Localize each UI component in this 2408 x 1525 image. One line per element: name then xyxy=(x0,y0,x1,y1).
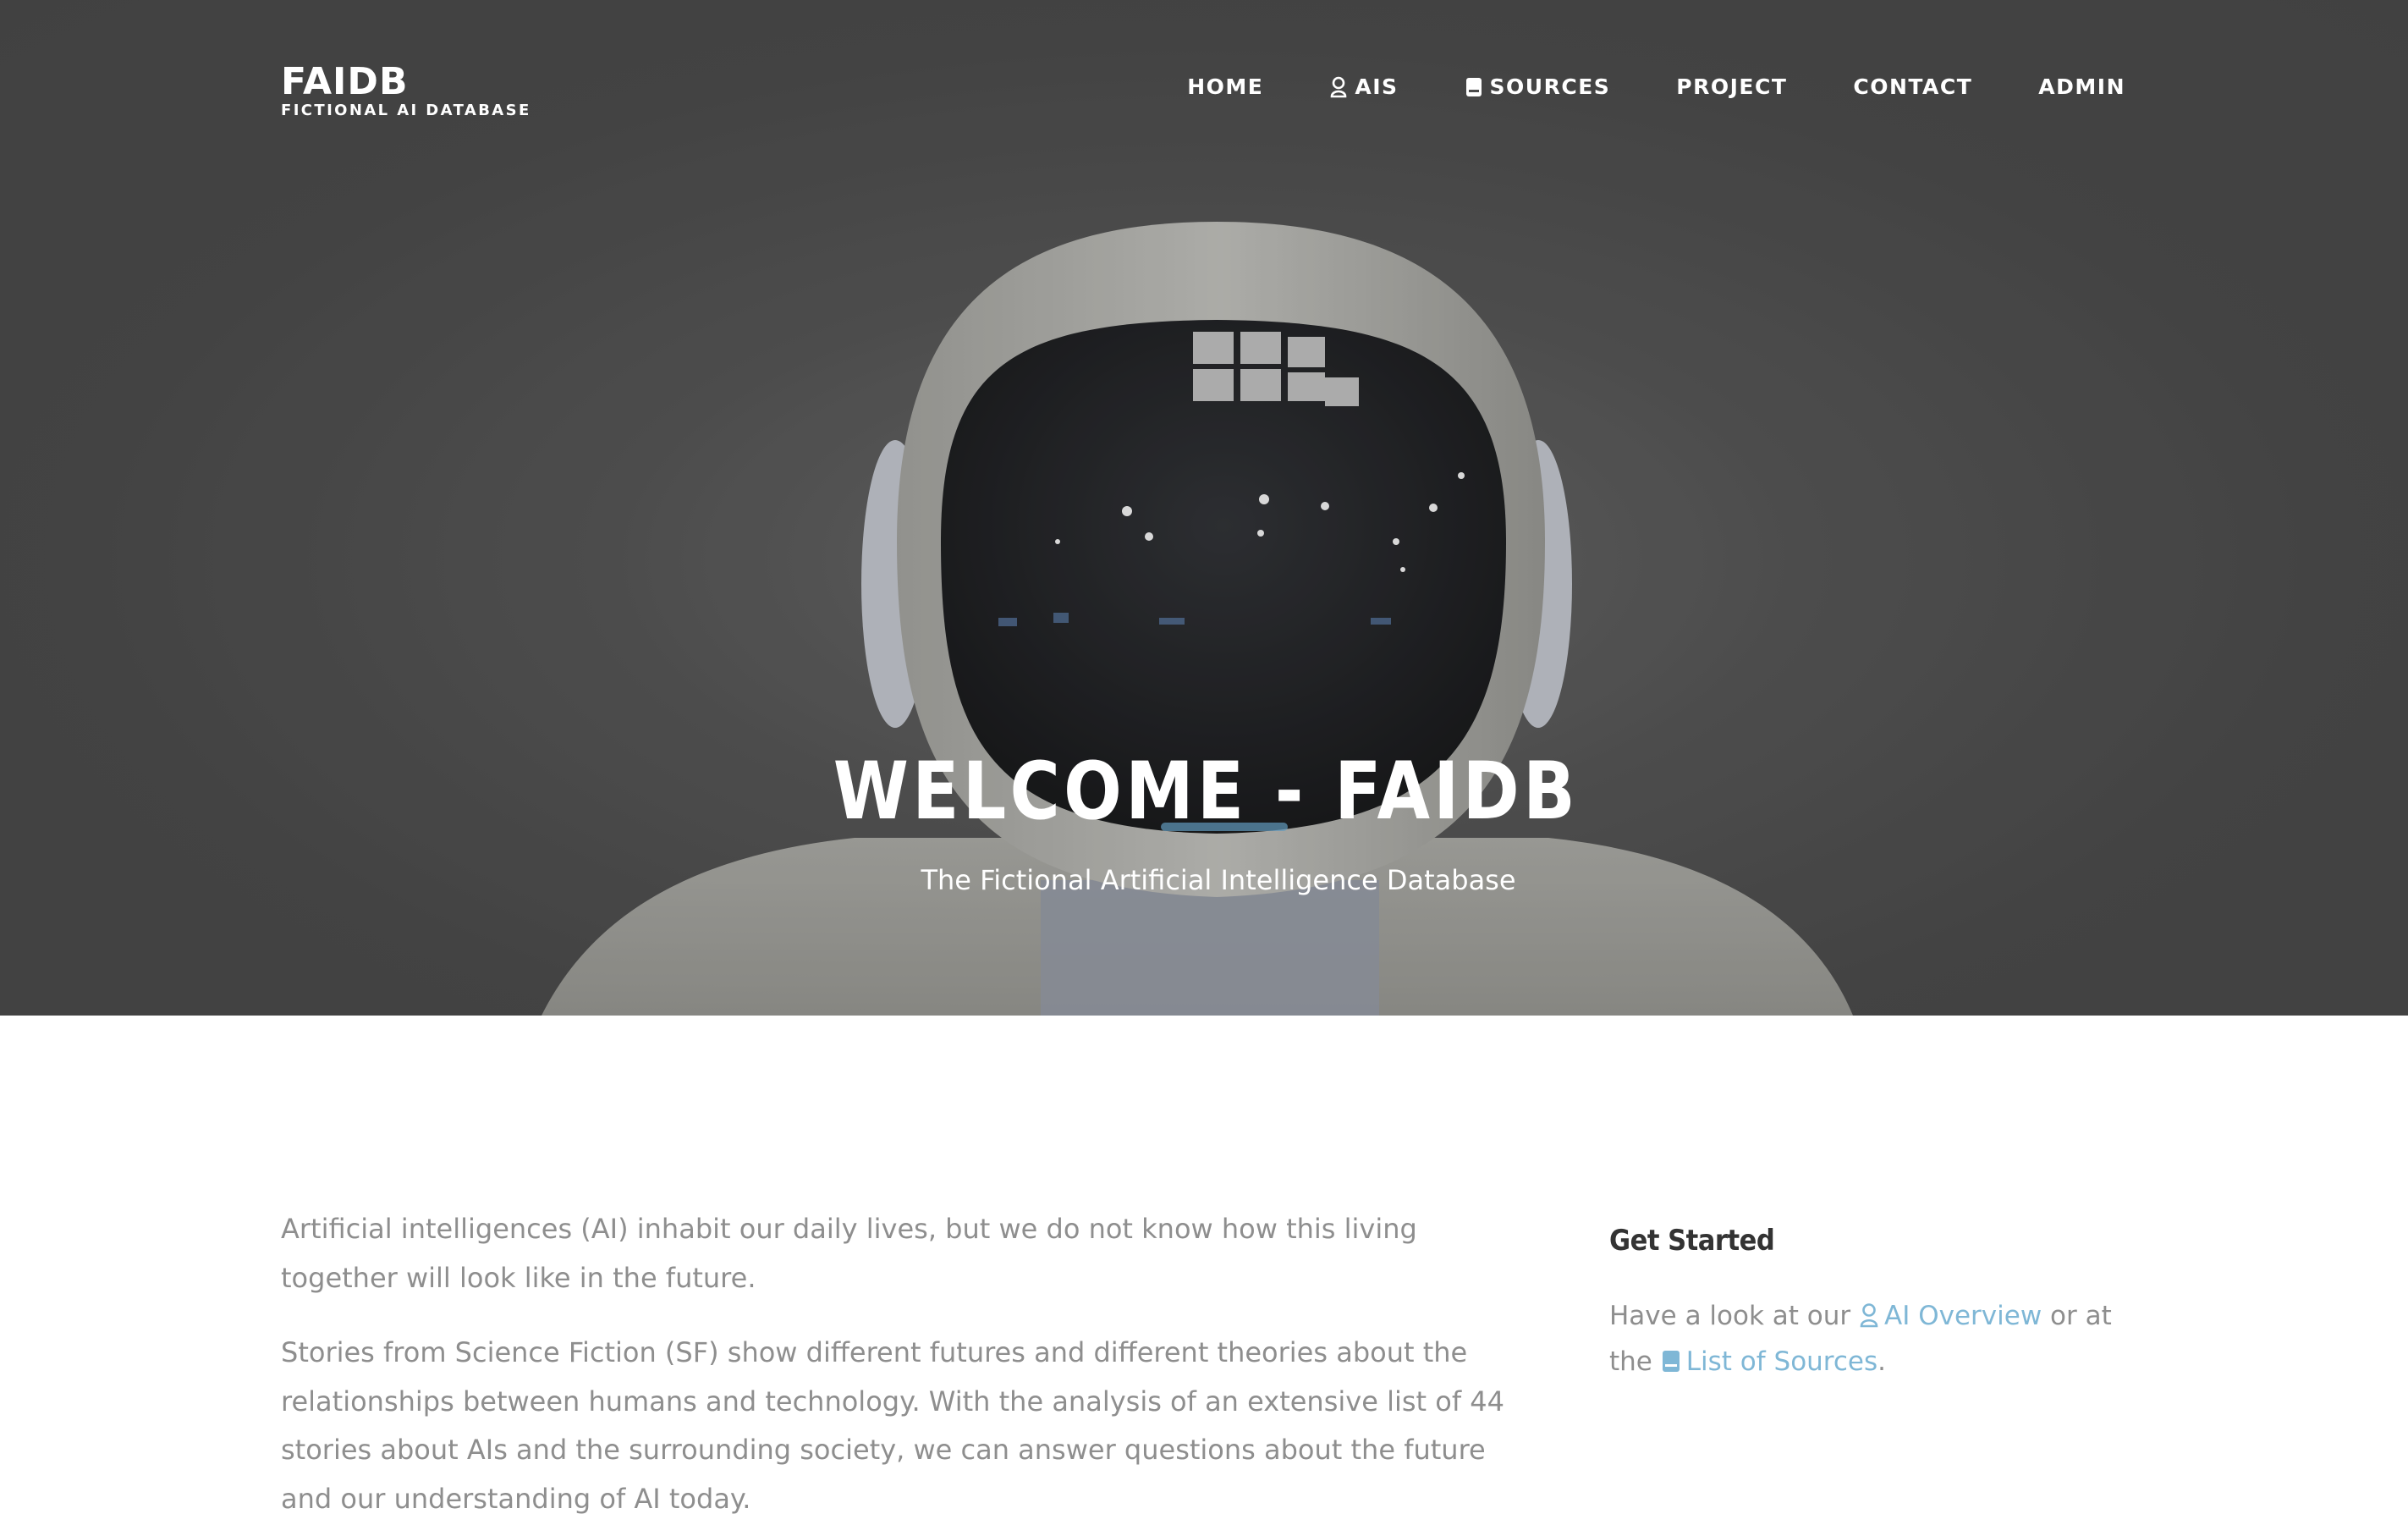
nav-home[interactable]: HOME xyxy=(1187,74,1263,99)
brand-subtitle: FICTIONAL AI DATABASE xyxy=(281,102,531,119)
nav-admin-label: ADMIN xyxy=(2038,74,2125,99)
hero-title: WELCOME - FAIDB xyxy=(833,746,1580,838)
intro-paragraph-1: Artificial intelligences (AI) inhabit ou… xyxy=(281,1213,1417,1294)
hero-subtitle: The Fictional Artificial Intelligence Da… xyxy=(921,864,1516,896)
list-of-sources-link[interactable]: List of Sources xyxy=(1661,1346,1877,1377)
sidebar-title: Get Started xyxy=(1609,1224,1775,1258)
nav-contact-label: CONTACT xyxy=(1853,74,1973,99)
nav-home-label: HOME xyxy=(1187,74,1264,99)
sidebar-text-before: Have a look at our xyxy=(1609,1301,1851,1331)
book-icon xyxy=(1465,77,1482,96)
nav-ais-label: AIS xyxy=(1355,74,1399,99)
book-icon xyxy=(1662,1351,1680,1372)
intro-text: Artificial intelligences (AI) inhabit ou… xyxy=(281,1205,1533,1525)
nav-project-label: PROJECT xyxy=(1676,74,1788,99)
get-started-sidebar: Get Started Have a look at our AI Overvi… xyxy=(1609,1222,2134,1385)
nav-project[interactable]: PROJECT xyxy=(1676,74,1787,99)
intro-paragraph-2: Stories from Science Fiction (SF) show d… xyxy=(281,1336,1504,1515)
user-icon xyxy=(1860,1303,1878,1328)
sidebar-text: Have a look at our AI Overview or at the… xyxy=(1609,1293,2134,1385)
site-logo[interactable]: FAIDB FICTIONAL AI DATABASE xyxy=(281,63,531,120)
main-nav: HOME AIS SOURCES PROJECT CONTACT ADMIN xyxy=(1187,74,2125,99)
sidebar-text-end: . xyxy=(1877,1346,1886,1377)
ai-overview-link-label: AI Overview xyxy=(1884,1301,2042,1331)
nav-sources-label: SOURCES xyxy=(1489,74,1611,99)
nav-ais[interactable]: AIS xyxy=(1329,74,1398,99)
brand-title: FAIDB xyxy=(281,60,409,103)
nav-admin[interactable]: ADMIN xyxy=(2038,74,2125,99)
nav-contact[interactable]: CONTACT xyxy=(1853,74,1972,99)
ai-overview-link[interactable]: AI Overview xyxy=(1859,1301,2042,1331)
list-of-sources-link-label: List of Sources xyxy=(1685,1346,1878,1377)
user-icon xyxy=(1331,76,1347,97)
nav-sources[interactable]: SOURCES xyxy=(1465,74,1611,99)
